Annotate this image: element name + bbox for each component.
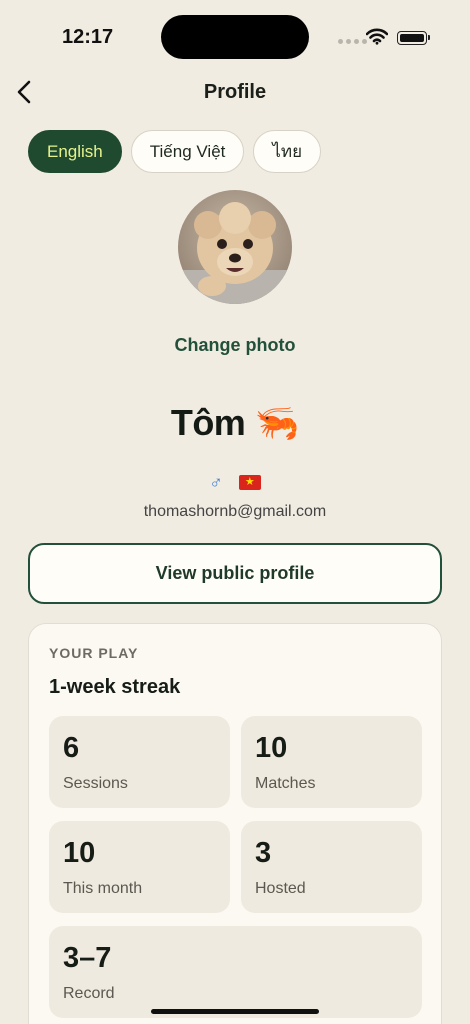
profile-email: thomashornb@gmail.com bbox=[143, 503, 327, 520]
stat-value: 3 bbox=[255, 837, 272, 869]
stat-label: This month bbox=[63, 880, 143, 897]
stat-value: 3–7 bbox=[63, 942, 112, 974]
dynamic-island bbox=[161, 15, 309, 59]
stat-value: 10 bbox=[255, 732, 288, 764]
vietnam-flag-icon: ★ bbox=[238, 474, 261, 490]
wifi-icon bbox=[365, 28, 389, 50]
profile-name: Tôm 🦐 bbox=[170, 402, 300, 443]
change-photo-button[interactable]: Change photo bbox=[0, 335, 470, 356]
stat-label: Hosted bbox=[255, 880, 306, 897]
view-public-profile-button[interactable]: View public profile bbox=[28, 543, 442, 604]
language-chip-thai[interactable]: ไทย bbox=[253, 130, 322, 173]
male-gender-icon: ♂ bbox=[209, 471, 223, 492]
status-time: 12:17 bbox=[62, 26, 114, 48]
page-title: Profile bbox=[203, 81, 267, 103]
streak-title: 1-week streak bbox=[49, 676, 181, 698]
stat-tile-this-month: 10 This month bbox=[49, 821, 230, 913]
stat-value: 6 bbox=[63, 732, 80, 764]
status-bar: 12:17 bbox=[0, 0, 470, 70]
avatar[interactable] bbox=[178, 190, 292, 304]
battery-icon bbox=[397, 31, 430, 45]
stat-label: Matches bbox=[255, 775, 316, 792]
language-chip-vietnamese[interactable]: Tiếng Việt bbox=[130, 130, 245, 173]
navigation-bar: Profile bbox=[0, 70, 470, 114]
stat-tile-record: 3–7 Record bbox=[49, 926, 422, 1018]
home-indicator[interactable] bbox=[151, 1009, 319, 1014]
language-chip-english[interactable]: English bbox=[28, 130, 122, 173]
your-play-card: YOUR PLAY 1-week streak 6 Sessions 10 Ma… bbox=[28, 623, 442, 1024]
stat-value: 10 bbox=[63, 837, 96, 869]
cellular-signal-icon bbox=[338, 39, 367, 44]
stat-label: Sessions bbox=[63, 775, 128, 792]
stat-tile-matches: 10 Matches bbox=[241, 716, 422, 808]
stat-tile-hosted: 3 Hosted bbox=[241, 821, 422, 913]
stat-label: Record bbox=[63, 985, 115, 1002]
stat-tile-sessions: 6 Sessions bbox=[49, 716, 230, 808]
section-label: YOUR PLAY bbox=[49, 645, 139, 661]
language-selector: English Tiếng Việt ไทย bbox=[28, 130, 322, 173]
profile-badges: ♂ ★ bbox=[0, 471, 470, 493]
